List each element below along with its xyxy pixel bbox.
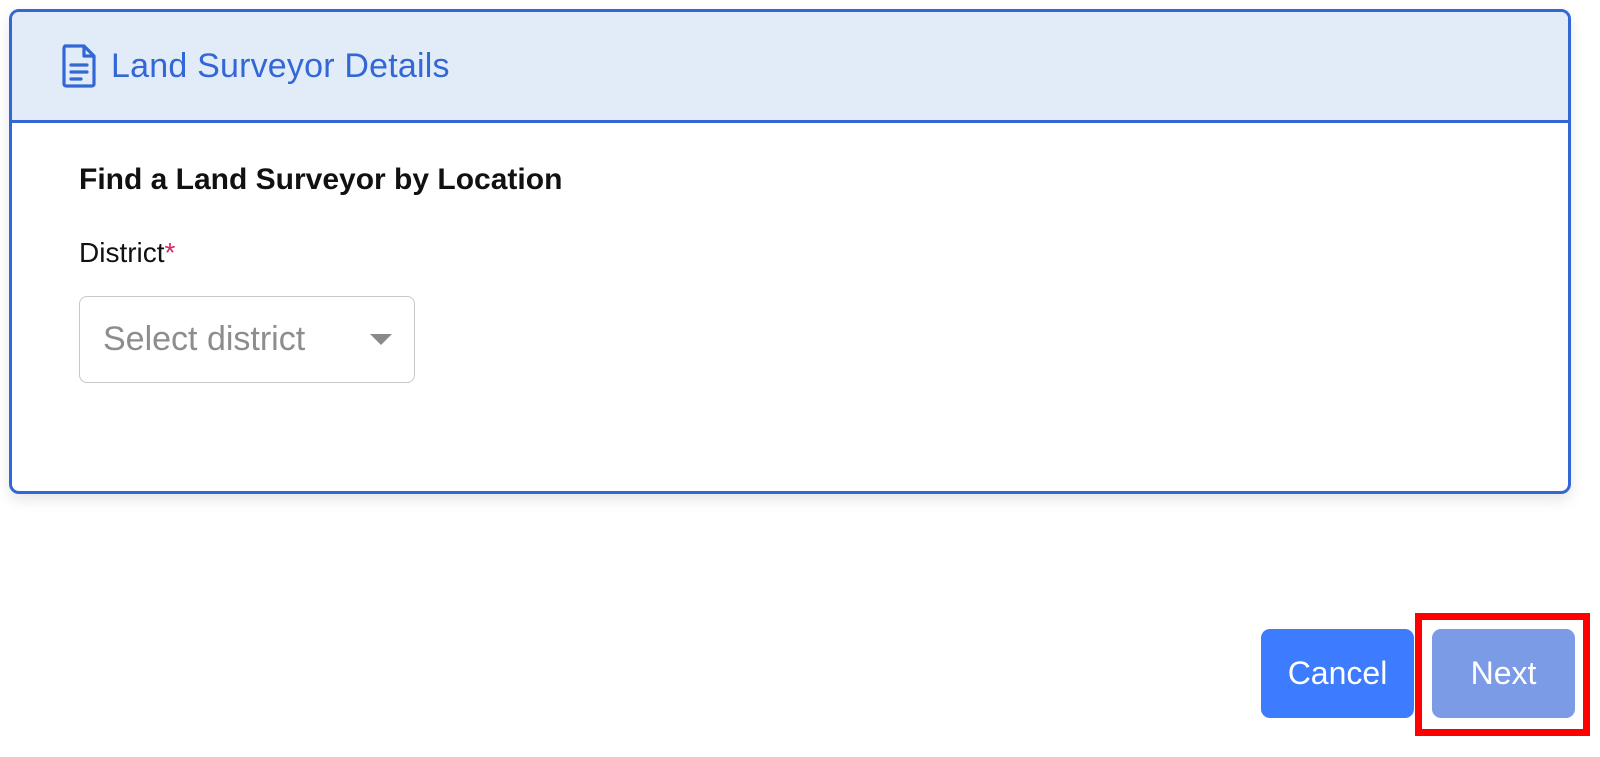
cancel-button[interactable]: Cancel xyxy=(1261,629,1414,718)
caret-down-icon xyxy=(370,334,392,345)
district-label-text: District xyxy=(79,237,165,268)
card-title: Land Surveyor Details xyxy=(111,46,450,85)
district-select[interactable]: Select district xyxy=(79,296,415,383)
document-icon xyxy=(61,44,97,88)
required-marker: * xyxy=(164,237,176,268)
card-header: Land Surveyor Details xyxy=(12,12,1568,123)
section-title: Find a Land Surveyor by Location xyxy=(79,163,563,196)
district-label: District* xyxy=(79,237,175,269)
next-button[interactable]: Next xyxy=(1432,629,1575,718)
district-select-placeholder: Select district xyxy=(103,320,306,358)
land-surveyor-card: Land Surveyor Details Find a Land Survey… xyxy=(9,9,1571,494)
